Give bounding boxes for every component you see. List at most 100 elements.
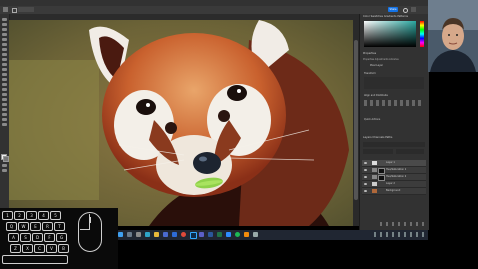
pixel-layer-label: Pixel Layer [370, 64, 383, 67]
move-tool-icon[interactable] [3, 7, 8, 12]
chrome-icon[interactable] [181, 232, 186, 237]
share-button[interactable]: Share [388, 7, 398, 12]
color-panel-tabs: Color Swatches Gradients Patterns [363, 15, 408, 18]
layer-thumbnail [372, 182, 377, 186]
dodge-tool-icon[interactable] [2, 88, 7, 91]
keystroke-overlay: 1 2 3 4 5 Q W E R T A S D F G Z X C V B [0, 208, 118, 269]
layer-row[interactable]: Hue/Saturation 1 [362, 167, 426, 174]
key-t: T [54, 222, 65, 231]
lasso-tool-icon[interactable] [2, 28, 7, 31]
start-icon[interactable] [118, 232, 123, 237]
visibility-eye-icon[interactable] [364, 183, 367, 185]
search-icon[interactable] [127, 232, 132, 237]
tab-patterns[interactable]: Patterns [397, 15, 408, 18]
system-tray[interactable] [374, 232, 424, 237]
layer-name: Hue/Saturation 2 [386, 175, 407, 178]
excel-icon[interactable] [217, 232, 222, 237]
quick-select-tool-icon[interactable] [2, 33, 7, 36]
tab-properties[interactable]: Properties [363, 58, 374, 61]
layer-row[interactable]: Layer 2 [362, 181, 426, 188]
layer-dropdown[interactable] [18, 7, 34, 12]
transform-fields[interactable] [364, 77, 424, 89]
visibility-eye-icon[interactable] [364, 190, 367, 192]
explorer-icon[interactable] [154, 232, 159, 237]
mouse-icon [78, 212, 102, 252]
key-q: Q [6, 222, 17, 231]
key-r: R [42, 222, 53, 231]
pen-tool-icon[interactable] [2, 93, 7, 96]
gradient-tool-icon[interactable] [2, 78, 7, 81]
stamp-tool-icon[interactable] [2, 63, 7, 66]
key-d: D [32, 233, 43, 242]
transform-label: Transform [364, 72, 376, 75]
document-canvas[interactable] [9, 20, 353, 226]
auto-select-checkbox[interactable] [12, 8, 17, 13]
quick-mask-icon[interactable] [2, 164, 7, 167]
task-view-icon[interactable] [136, 232, 141, 237]
scrollbar-thumb[interactable] [354, 40, 358, 200]
tab-paths[interactable]: Paths [385, 136, 392, 139]
layer-thumbnail [372, 189, 377, 193]
more-tools-icon[interactable] [2, 123, 7, 126]
eyedropper-tool-icon[interactable] [2, 48, 7, 51]
hue-slider[interactable] [420, 21, 424, 47]
align-label: Align and Distribute [364, 94, 388, 97]
edge-icon[interactable] [145, 232, 150, 237]
search-icon[interactable] [403, 8, 408, 13]
settings-icon[interactable] [253, 232, 258, 237]
visibility-eye-icon[interactable] [364, 169, 367, 171]
vlc-icon[interactable] [244, 232, 249, 237]
healing-tool-icon[interactable] [2, 53, 7, 56]
quick-actions-label: Quick Actions [364, 118, 381, 121]
screen-mode-icon[interactable] [2, 169, 7, 172]
move-tool-icon[interactable] [2, 18, 7, 21]
history-brush-icon[interactable] [2, 68, 7, 71]
eraser-tool-icon[interactable] [2, 73, 7, 76]
visibility-eye-icon[interactable] [364, 176, 367, 178]
teams-icon[interactable] [199, 232, 204, 237]
marquee-tool-icon[interactable] [2, 23, 7, 26]
layer-kind-filter[interactable] [363, 142, 425, 147]
layer-row[interactable]: Hue/Saturation 2 [362, 174, 426, 181]
tab-gradients[interactable]: Gradients [384, 15, 397, 18]
layers-panel-tabs: Layers Channels Paths [363, 136, 392, 139]
red-panda-image [9, 20, 353, 226]
blur-tool-icon[interactable] [2, 83, 7, 86]
key-z: Z [10, 244, 21, 253]
layer-actions-bar[interactable] [380, 222, 424, 226]
spotify-icon[interactable] [235, 232, 240, 237]
frame-tool-icon[interactable] [2, 43, 7, 46]
zoom-tool-icon[interactable] [2, 118, 7, 121]
hand-tool-icon[interactable] [2, 113, 7, 116]
visibility-eye-icon[interactable] [364, 162, 367, 164]
type-tool-icon[interactable] [2, 98, 7, 101]
align-buttons[interactable] [364, 100, 424, 106]
crop-tool-icon[interactable] [2, 38, 7, 41]
key-w: W [18, 222, 29, 231]
key-5: 5 [50, 211, 61, 220]
tab-color[interactable]: Color [363, 15, 370, 18]
color-picker-field[interactable] [364, 21, 416, 47]
tab-channels[interactable]: Channels [372, 136, 384, 139]
opacity-field[interactable] [396, 149, 424, 154]
workspace-icon[interactable] [411, 7, 416, 12]
tab-layers[interactable]: Layers [363, 136, 372, 139]
path-select-icon[interactable] [2, 103, 7, 106]
key-2: 2 [14, 211, 25, 220]
layer-name: Background [386, 189, 401, 192]
brush-tool-icon[interactable] [2, 58, 7, 61]
word-icon[interactable] [208, 232, 213, 237]
zoom-icon[interactable] [226, 232, 231, 237]
photoshop-icon[interactable] [190, 232, 197, 239]
tab-libraries[interactable]: Libraries [389, 58, 398, 61]
tab-adjustments[interactable]: Adjustments [375, 58, 389, 61]
mail-icon[interactable] [172, 232, 177, 237]
store-icon[interactable] [163, 232, 168, 237]
layer-row[interactable]: Layer 1 [362, 160, 426, 167]
mouse-wheel-icon [89, 217, 91, 223]
blend-mode-dropdown[interactable] [363, 149, 393, 154]
layer-row[interactable]: Background [362, 188, 426, 195]
key-g: G [56, 233, 67, 242]
shape-tool-icon[interactable] [2, 108, 7, 111]
tab-swatches[interactable]: Swatches [371, 15, 383, 18]
